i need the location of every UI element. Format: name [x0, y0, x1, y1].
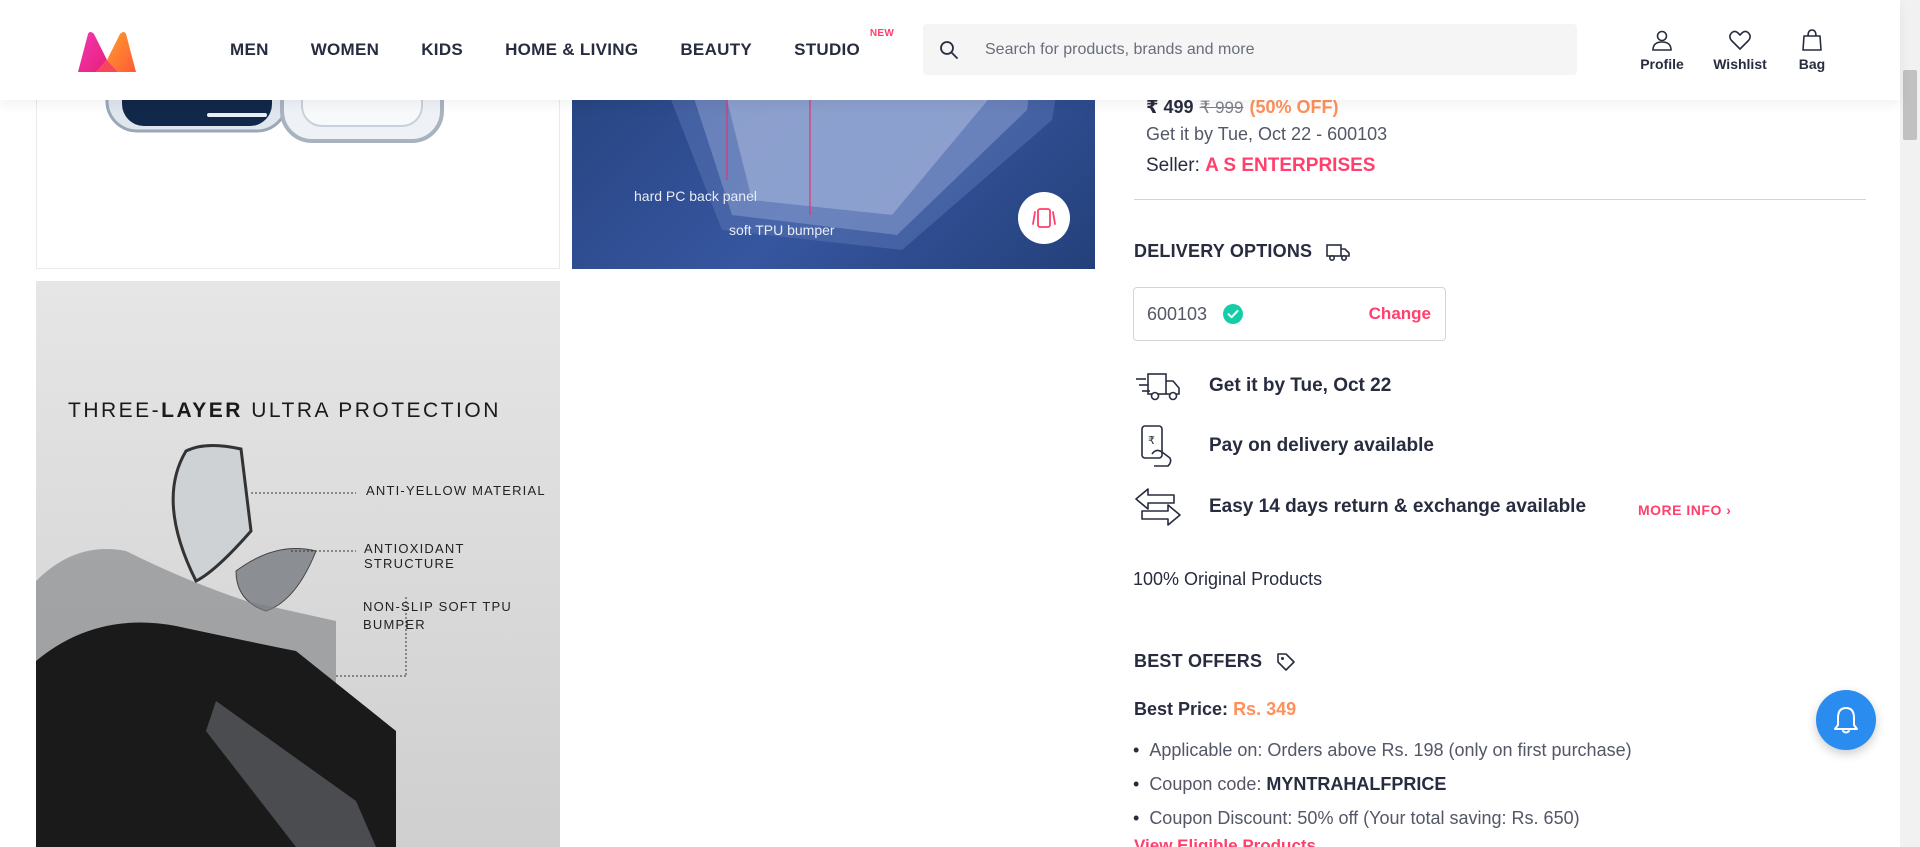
offer-details-list: Applicable on: Orders above Rs. 198 (onl… — [1133, 733, 1632, 835]
offer-label: Coupon Discount: — [1149, 807, 1293, 828]
bag-icon — [1802, 29, 1822, 51]
pay-on-delivery-icon: ₹ — [1141, 425, 1172, 467]
view-similar-button[interactable] — [1018, 192, 1070, 244]
list-item: Coupon Discount: 50% off (Your total sav… — [1133, 801, 1632, 835]
offer-label: Applicable on: — [1149, 739, 1263, 760]
seller-name[interactable]: A S ENTERPRISES — [1205, 155, 1375, 176]
pincode-field[interactable]: 600103 Change — [1133, 287, 1446, 341]
view-eligible-products-link[interactable]: View Eligible Products — [1134, 836, 1316, 847]
delivery-estimate: Get it by Tue, Oct 22 - 600103 — [1146, 124, 1388, 144]
seller-label: Seller: — [1146, 155, 1200, 176]
selling-price: ₹ 499 — [1146, 97, 1194, 117]
label-bumper: BUMPER — [363, 617, 426, 632]
delivery-row-date: Get it by Tue, Oct 22 — [1134, 364, 1391, 408]
tag-icon — [1277, 652, 1296, 671]
wishlist-button[interactable]: Wishlist — [1704, 28, 1776, 72]
notification-button[interactable] — [1816, 690, 1876, 750]
more-info-label: MORE INFO — [1638, 502, 1722, 518]
nav-men[interactable]: MEN — [230, 40, 269, 60]
list-item: Coupon code: MYNTRAHALFPRICE — [1133, 767, 1632, 801]
fast-delivery-icon — [1136, 373, 1180, 401]
delivery-options-label: DELIVERY OPTIONS — [1134, 241, 1313, 261]
top-header: MEN WOMEN KIDS HOME & LIVING BEAUTY STUD… — [0, 0, 1900, 100]
delivery-options-title: DELIVERY OPTIONS — [1134, 241, 1351, 262]
search-icon[interactable] — [939, 40, 959, 60]
similar-icon — [1032, 208, 1056, 228]
label-anti-yellow: ANTI-YELLOW MATERIAL — [366, 483, 546, 498]
check-circle-icon — [1223, 304, 1244, 324]
search-bar — [923, 24, 1577, 75]
list-item: Applicable on: Orders above Rs. 198 (onl… — [1133, 733, 1632, 767]
offer-value: 50% off (Your total saving: Rs. 650) — [1297, 807, 1580, 828]
header-actions: Profile Wishlist Bag — [1620, 28, 1848, 72]
caption-hard-pc: hard PC back panel — [634, 188, 757, 204]
profile-button[interactable]: Profile — [1620, 28, 1704, 72]
svg-text:₹: ₹ — [1148, 434, 1155, 447]
heart-icon — [1729, 30, 1751, 50]
offer-label: Coupon code: — [1149, 773, 1262, 794]
nav-kids[interactable]: KIDS — [421, 40, 463, 60]
nav-home-living[interactable]: HOME & LIVING — [505, 40, 638, 60]
label-antioxidant: ANTIOXIDANT STRUCTURE — [364, 541, 465, 571]
product-image-3[interactable]: THREE-LAYER ULTRA PROTECTION ANTI-YELLOW… — [36, 281, 560, 847]
best-offers-label: BEST OFFERS — [1134, 651, 1263, 671]
original-products-text: 100% Original Products — [1133, 569, 1323, 589]
best-price-label: Best Price: — [1134, 699, 1229, 719]
truck-icon — [1326, 243, 1351, 261]
best-price-value: Rs. 349 — [1233, 699, 1297, 719]
bag-button[interactable]: Bag — [1776, 28, 1848, 72]
scrollbar-thumb[interactable] — [1903, 70, 1917, 140]
bag-label: Bag — [1798, 56, 1826, 72]
seller-info: Seller: A S ENTERPRISES — [1146, 155, 1375, 177]
profile-icon — [1652, 30, 1672, 51]
chevron-right-icon: › — [1726, 502, 1732, 518]
pincode-value: 600103 — [1147, 303, 1208, 324]
myntra-logo[interactable] — [76, 30, 138, 74]
coupon-code: MYNTRAHALFPRICE — [1266, 773, 1447, 794]
bell-icon — [1834, 707, 1858, 734]
nav-beauty[interactable]: BEAUTY — [680, 40, 752, 60]
profile-label: Profile — [1640, 56, 1684, 72]
delivery-date-text: Get it by Tue, Oct 22 — [1209, 375, 1392, 396]
best-price-row: Best Price: Rs. 349 — [1134, 699, 1296, 720]
mrp-price: ₹ 999 — [1199, 98, 1244, 117]
nav-studio[interactable]: STUDIO NEW — [794, 28, 894, 60]
more-info-link[interactable]: MORE INFO › — [1638, 502, 1731, 518]
delivery-row-return: Easy 14 days return & exchange available — [1134, 485, 1586, 529]
change-pincode-button[interactable]: Change — [1369, 304, 1431, 324]
best-offers-title: BEST OFFERS — [1134, 651, 1296, 672]
search-input[interactable] — [985, 40, 1545, 59]
nav-studio-label: STUDIO — [794, 40, 861, 59]
discount-percent: (50% OFF) — [1249, 97, 1339, 117]
divider — [1134, 199, 1866, 200]
exchange-arrows-icon — [1135, 488, 1181, 526]
return-exchange-text: Easy 14 days return & exchange available — [1209, 496, 1587, 517]
new-badge: NEW — [869, 28, 895, 39]
price-row: ₹ 499 ₹ 999 (50% OFF) — [1146, 97, 1338, 118]
offer-value: Orders above Rs. 198 (only on first purc… — [1267, 739, 1632, 760]
caption-soft-tpu: soft TPU bumper — [729, 222, 835, 238]
wishlist-label: Wishlist — [1713, 56, 1767, 72]
pay-on-delivery-text: Pay on delivery available — [1209, 435, 1434, 456]
delivery-row-pod: ₹ Pay on delivery available — [1134, 424, 1434, 468]
nav-women[interactable]: WOMEN — [311, 40, 380, 60]
main-nav: MEN WOMEN KIDS HOME & LIVING BEAUTY STUD… — [230, 0, 894, 100]
label-non-slip: NON-SLIP SOFT TPU — [363, 599, 512, 614]
